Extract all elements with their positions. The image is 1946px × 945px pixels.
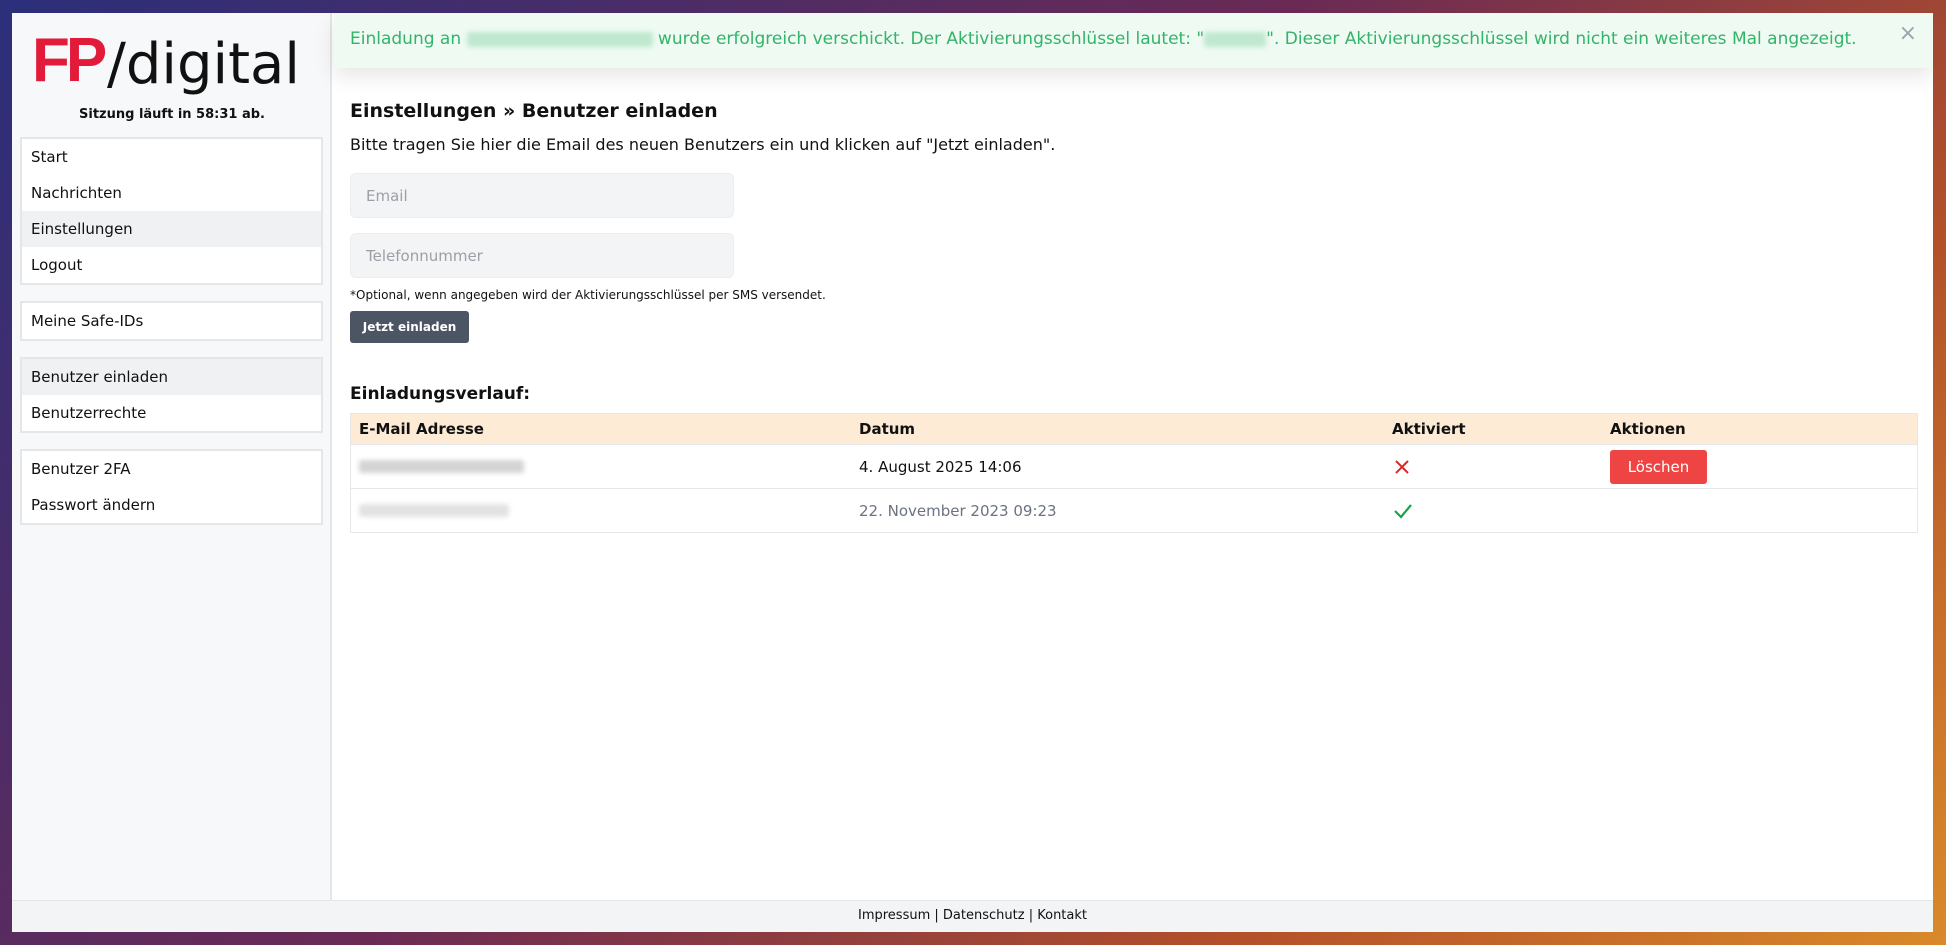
nav-group-safe-ids: Meine Safe-IDs: [20, 301, 323, 341]
activated-cell: [1392, 489, 1414, 532]
footer-link-datenschutz[interactable]: Datenschutz: [943, 908, 1025, 923]
email-input[interactable]: [350, 173, 734, 218]
actions-cell: Löschen: [1610, 445, 1707, 488]
redacted-email: [359, 504, 509, 517]
column-header-date: Datum: [859, 420, 916, 438]
alert-middle: wurde erfolgreich verschickt. Der Aktivi…: [657, 29, 1205, 49]
nav-item-passwort-aendern[interactable]: Passwort ändern: [22, 487, 321, 523]
footer-separator: |: [934, 908, 939, 923]
date-cell: 22. November 2023 09:23: [859, 501, 1057, 520]
nav-item-start[interactable]: Start: [22, 139, 321, 175]
nav-group-main: Start Nachrichten Einstellungen Logout: [20, 137, 323, 285]
column-header-activated: Aktiviert: [1392, 420, 1466, 438]
redacted-email: [466, 31, 653, 47]
nav-item-nachrichten[interactable]: Nachrichten: [22, 175, 321, 211]
nav-group-users: Benutzer einladen Benutzerrechte: [20, 357, 323, 433]
page-title: Einstellungen » Benutzer einladen: [350, 100, 718, 122]
alert-suffix: ". Dieser Aktivierungsschlüssel wird nic…: [1266, 29, 1857, 49]
nav-item-meine-safe-ids[interactable]: Meine Safe-IDs: [22, 303, 321, 339]
column-header-actions: Aktionen: [1610, 420, 1686, 438]
table-row: 4. August 2025 14:06 Löschen: [351, 444, 1917, 488]
email-cell: [359, 445, 524, 488]
sidebar: FP /digital Sitzung läuft in 58:31 ab. S…: [12, 13, 332, 900]
invitation-history-table: E-Mail Adresse Datum Aktiviert Aktionen …: [350, 413, 1918, 533]
email-cell: [359, 489, 509, 532]
nav-item-benutzer-2fa[interactable]: Benutzer 2FA: [22, 451, 321, 487]
phone-input[interactable]: [350, 233, 734, 278]
footer-separator: |: [1028, 908, 1034, 923]
app-window: FP /digital Sitzung läuft in 58:31 ab. S…: [12, 13, 1933, 932]
table-row: 22. November 2023 09:23: [351, 488, 1917, 532]
session-timer: Sitzung läuft in 58:31 ab.: [79, 107, 265, 122]
svg-text:/digital: /digital: [107, 32, 300, 97]
history-title: Einladungsverlauf:: [350, 384, 531, 404]
nav-item-logout[interactable]: Logout: [22, 247, 321, 283]
alert-prefix: Einladung an: [350, 29, 462, 49]
main-content: Einladung an wurde erfolgreich verschick…: [334, 13, 1933, 900]
activated-cell: [1392, 445, 1412, 488]
date-cell: 4. August 2025 14:06: [859, 457, 1022, 476]
alert-message: Einladung an wurde erfolgreich verschick…: [350, 29, 1857, 49]
success-alert: Einladung an wurde erfolgreich verschick…: [334, 13, 1933, 68]
nav-item-benutzerrechte[interactable]: Benutzerrechte: [22, 395, 321, 431]
redacted-activation-key: [1204, 31, 1267, 47]
nav-item-einstellungen[interactable]: Einstellungen: [22, 211, 321, 247]
svg-text:FP: FP: [32, 31, 106, 95]
invite-button[interactable]: Jetzt einladen: [350, 311, 469, 343]
footer-link-impressum[interactable]: Impressum: [858, 908, 930, 923]
nav-group-security: Benutzer 2FA Passwort ändern: [20, 449, 323, 525]
footer-link-kontakt[interactable]: Kontakt: [1037, 908, 1087, 923]
delete-button[interactable]: Löschen: [1610, 449, 1707, 484]
table-header: E-Mail Adresse Datum Aktiviert Aktionen: [351, 414, 1917, 444]
redacted-email: [359, 460, 524, 473]
column-header-email: E-Mail Adresse: [359, 420, 484, 438]
phone-hint: *Optional, wenn angegeben wird der Aktiv…: [350, 288, 826, 302]
nav-item-benutzer-einladen[interactable]: Benutzer einladen: [22, 359, 321, 395]
checkmark-icon: [1394, 503, 1412, 519]
footer: Impressum | Datenschutz | Kontakt: [12, 900, 1933, 932]
fp-digital-logo: FP /digital: [32, 31, 300, 97]
page-intro: Bitte tragen Sie hier die Email des neue…: [350, 135, 1056, 154]
cross-icon: [1395, 459, 1409, 474]
close-icon[interactable]: ×: [1899, 21, 1917, 46]
